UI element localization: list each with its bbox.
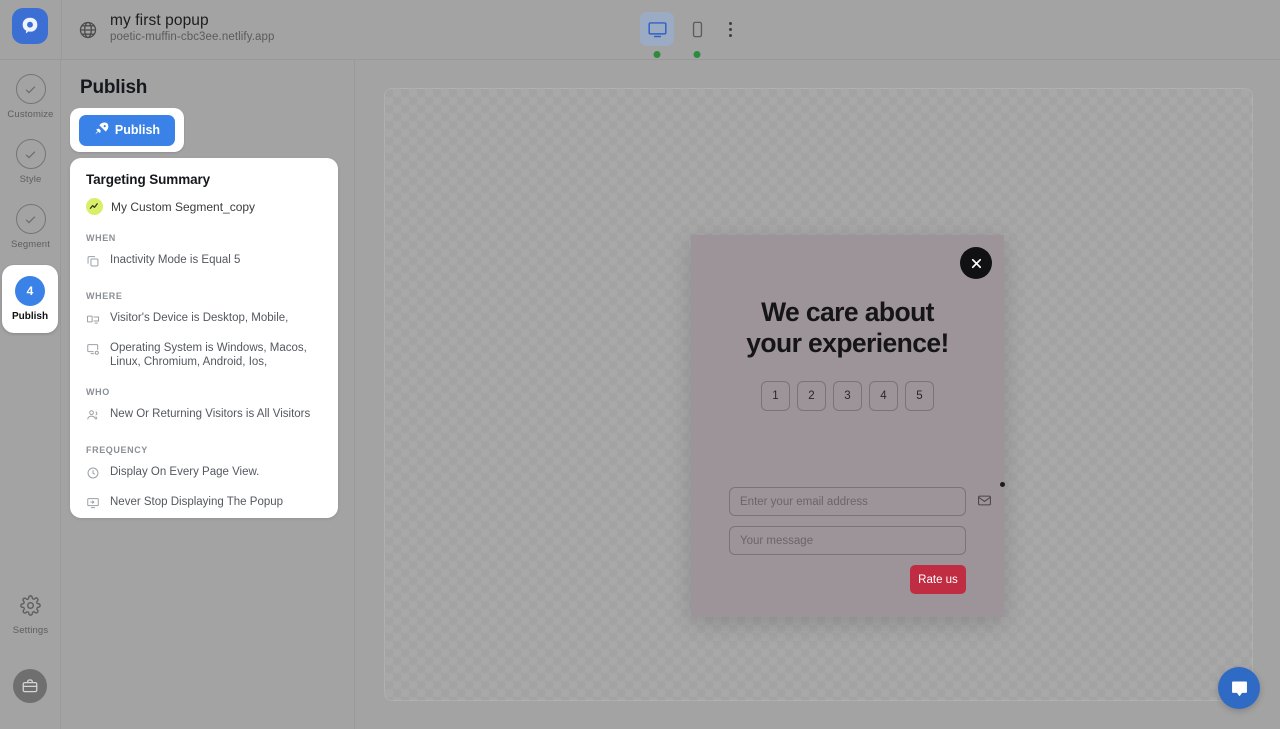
preview-canvas: We care about your experience! 1 2 3 4 5… (356, 60, 1280, 729)
sidebar-item-segment[interactable]: Segment (2, 204, 59, 250)
publish-button[interactable]: Publish (79, 114, 175, 146)
popup-heading: We care about your experience! (691, 297, 1004, 359)
rule-text: Operating System is Windows, Macos, Linu… (110, 342, 307, 368)
resize-handle-dot[interactable] (1000, 482, 1005, 487)
check-icon (15, 139, 46, 169)
rule-row: Visitor's Device is Desktop, Mobile, (86, 311, 322, 331)
close-icon[interactable] (960, 247, 992, 279)
rule-text: Display On Every Page View. (110, 466, 260, 478)
rocket-icon (94, 121, 109, 139)
section-heading-when: WHEN (86, 233, 116, 243)
sidebar-item-publish[interactable]: 4 Publish (2, 265, 58, 333)
device-preview-toggle (640, 12, 714, 58)
sidebar-item-style[interactable]: Style (2, 139, 59, 185)
segment-name: My Custom Segment_copy (111, 199, 256, 214)
kebab-menu-icon[interactable] (720, 18, 740, 40)
step-rail: Customize Style Segment 4 Publish Settin… (0, 60, 61, 729)
page-title: my first popup (110, 12, 209, 29)
desktop-preview-button[interactable] (640, 12, 674, 58)
step-number-badge: 4 (15, 276, 45, 306)
popup-heading-line1: We care about (761, 297, 934, 327)
targeting-summary-title: Targeting Summary (86, 172, 211, 187)
publish-button-card: Publish (70, 108, 184, 152)
monitor-settings-icon (86, 342, 101, 361)
rating-option-3[interactable]: 3 (833, 381, 862, 411)
preview-frame: We care about your experience! 1 2 3 4 5… (384, 88, 1253, 701)
rate-us-button[interactable]: Rate us (910, 565, 966, 594)
popupsmart-logo-icon (19, 15, 41, 37)
copy-icon (86, 254, 101, 273)
segment-row[interactable]: My Custom Segment_copy (86, 198, 322, 215)
panel-title: Publish (80, 77, 148, 98)
message-field[interactable] (729, 526, 966, 555)
header-divider (61, 0, 62, 60)
popup-preview: We care about your experience! 1 2 3 4 5… (691, 235, 1005, 617)
sidebar-item-customize[interactable]: Customize (2, 74, 59, 120)
app-header: my first popup poetic-muffin-cbc3ee.netl… (0, 0, 1280, 60)
rule-text: Inactivity Mode is Equal 5 (110, 254, 241, 266)
section-heading-where: WHERE (86, 291, 123, 301)
rating-scale: 1 2 3 4 5 (691, 381, 1004, 411)
gear-icon (20, 595, 41, 621)
section-heading-frequency: FREQUENCY (86, 445, 148, 455)
site-url: poetic-muffin-cbc3ee.netlify.app (110, 31, 275, 43)
rating-option-4[interactable]: 4 (869, 381, 898, 411)
rating-option-5[interactable]: 5 (905, 381, 934, 411)
targeting-summary-card: Targeting Summary My Custom Segment_copy… (70, 158, 338, 518)
briefcase-icon[interactable] (13, 669, 47, 703)
popup-heading-line2: your experience! (746, 328, 949, 358)
device-icon (86, 312, 101, 331)
rule-row: Inactivity Mode is Equal 5 (86, 253, 322, 273)
mobile-preview-button[interactable] (680, 12, 714, 58)
publish-panel: Publish Publish Targeting Summary My Cus… (61, 60, 355, 729)
rating-option-2[interactable]: 2 (797, 381, 826, 411)
sidebar-item-label: Style (19, 174, 42, 185)
rule-row: Never Stop Displaying The Popup (86, 495, 322, 515)
trend-line-icon (86, 198, 103, 215)
check-icon (15, 204, 46, 234)
rule-row: Display On Every Page View. (86, 465, 322, 485)
envelope-icon (977, 493, 992, 508)
rule-text: New Or Returning Visitors is All Visitor… (110, 408, 311, 420)
rule-row: Operating System is Windows, Macos, Linu… (86, 341, 322, 369)
rule-text: Never Stop Displaying The Popup (110, 496, 284, 508)
clock-icon (86, 466, 101, 485)
users-icon (86, 408, 101, 427)
check-icon (15, 74, 46, 104)
mobile-status-dot (693, 51, 701, 58)
sidebar-item-label: Publish (11, 311, 49, 322)
sidebar-item-label: Settings (12, 625, 49, 636)
publish-button-label: Publish (114, 123, 161, 137)
rating-option-1[interactable]: 1 (761, 381, 790, 411)
rule-text: Visitor's Device is Desktop, Mobile, (110, 312, 289, 324)
desktop-status-dot (653, 51, 661, 58)
rule-row: New Or Returning Visitors is All Visitor… (86, 407, 322, 427)
sidebar-item-label: Segment (10, 239, 51, 250)
email-field[interactable] (729, 487, 966, 516)
sidebar-item-label: Customize (7, 109, 54, 120)
monitor-popup-icon (86, 496, 101, 515)
chat-bubble-icon[interactable] (1218, 667, 1260, 709)
sidebar-item-settings[interactable]: Settings (2, 595, 59, 636)
app-logo[interactable] (12, 8, 48, 44)
globe-icon (78, 20, 98, 40)
section-heading-who: WHO (86, 387, 110, 397)
